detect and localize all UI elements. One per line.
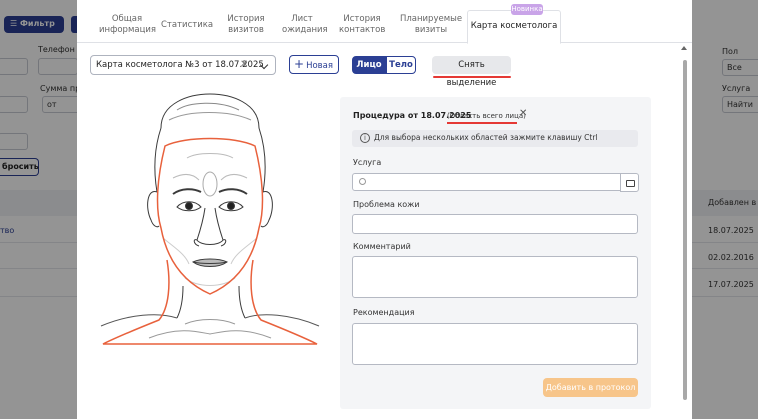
new-card-button[interactable]: + Новая — [289, 55, 339, 74]
clear-selection-button[interactable]: Снять выделение — [432, 56, 511, 88]
nose — [196, 207, 224, 245]
new-badge: Новинка — [511, 4, 543, 15]
face-toggle[interactable]: Лицо — [352, 56, 386, 74]
search-icon — [359, 178, 366, 185]
procedure-panel: Процедура от 18.07.2025 (Область всего л… — [340, 97, 651, 409]
service-label: Услуга — [353, 158, 382, 167]
tab-contact-history[interactable]: История контактов — [339, 14, 385, 36]
procedure-area: (Область всего лица) — [447, 112, 526, 120]
service-search-input[interactable] — [352, 173, 639, 192]
skin-problem-label: Проблема кожи — [353, 200, 420, 209]
tab-waiting-list[interactable]: Лист ожидания — [282, 14, 328, 36]
left-eyebrow — [172, 188, 202, 195]
recommendation-label: Рекомендация — [353, 308, 415, 317]
tab-bar: Общая информация Статистика История визи… — [77, 0, 692, 44]
card-select[interactable]: Карта косметолога №3 от 18.07.2025 ✕ — [90, 55, 276, 75]
folder-icon — [626, 180, 635, 187]
right-eyebrow — [218, 188, 248, 195]
annotation-underline — [433, 76, 511, 78]
skin-problem-input[interactable] — [352, 214, 638, 234]
card-select-value: Карта косметолога №3 от 18.07.2025 — [96, 60, 264, 70]
recommendation-textarea[interactable] — [352, 323, 638, 365]
folder-button[interactable] — [620, 173, 639, 192]
selected-neck-outline — [102, 259, 318, 345]
client-modal: Общая информация Статистика История визи… — [77, 0, 692, 419]
scroll-up-icon[interactable] — [681, 46, 687, 50]
tab-statistics[interactable]: Статистика — [161, 20, 213, 31]
plus-icon: + — [294, 57, 305, 71]
tab-cosmetologist-card[interactable]: Карта косметолога — [467, 10, 561, 44]
comment-label: Комментарий — [353, 242, 411, 251]
selected-face-outline — [156, 137, 264, 295]
body-toggle[interactable]: Тело — [386, 56, 416, 74]
clear-icon[interactable]: ✕ — [240, 59, 248, 70]
scrollbar-thumb[interactable] — [683, 60, 687, 400]
tab-general-info[interactable]: Общая информация — [99, 14, 156, 36]
add-to-protocol-button[interactable]: Добавить в протокол — [543, 378, 638, 397]
tab-planned-visits[interactable]: Планируемые визиты — [399, 14, 463, 36]
comment-textarea[interactable] — [352, 256, 638, 298]
tab-visit-history[interactable]: История визитов — [225, 14, 267, 36]
annotation-underline — [447, 122, 517, 124]
info-hint: i Для выбора нескольких областей зажмите… — [352, 130, 638, 147]
info-icon: i — [360, 133, 370, 143]
face-map-diagram[interactable] — [89, 88, 331, 350]
close-icon[interactable]: ✕ — [519, 108, 527, 119]
